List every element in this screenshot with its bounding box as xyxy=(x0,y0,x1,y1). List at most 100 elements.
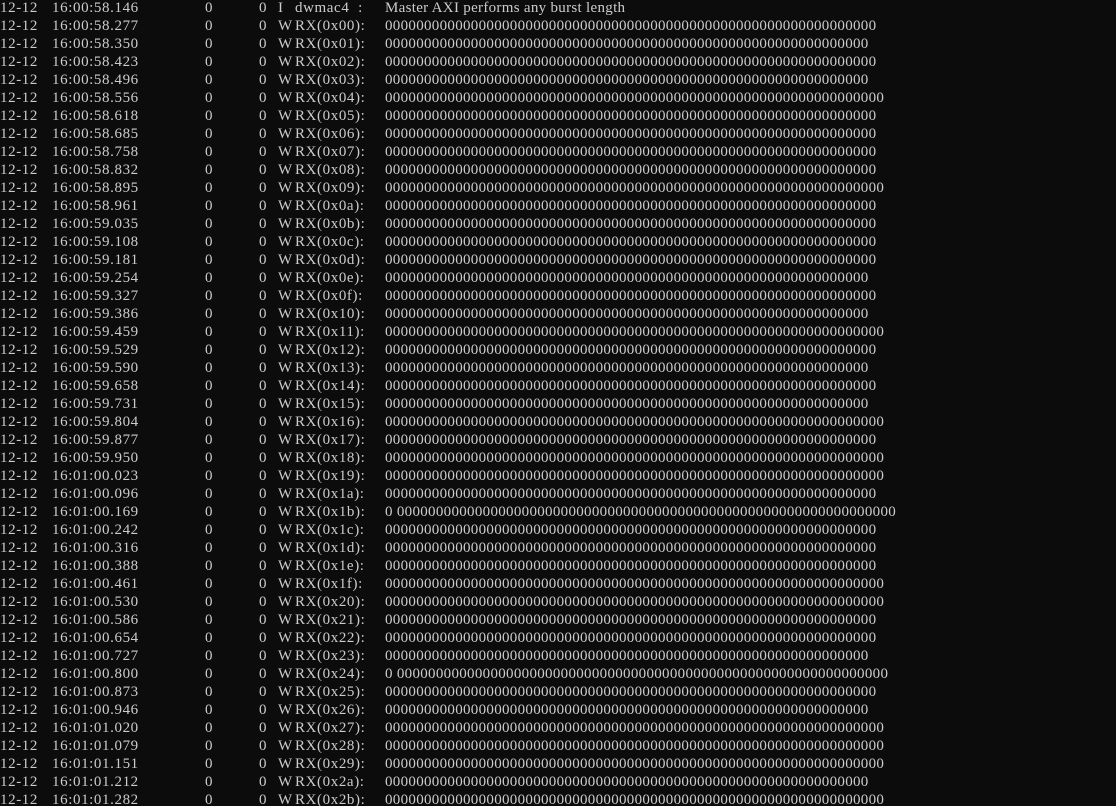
log-tid: 0 xyxy=(259,378,268,394)
log-pid: 0 xyxy=(205,774,214,790)
log-line: 12-12 16:01:01.020 0 0 W RX(0x27): 00000000000… xyxy=(0,719,1116,737)
log-line: 12-12 16:01:00.096 0 0 W RX(0x1a): 00000000000… xyxy=(0,485,1116,503)
log-tid: 0 xyxy=(259,90,268,106)
log-tag: RX(0x1b): xyxy=(295,504,366,520)
log-time: 16:00:58.277 xyxy=(52,18,139,34)
log-pid: 0 xyxy=(205,234,214,250)
log-tag: RX(0x2b): xyxy=(295,792,366,806)
log-time: 16:00:59.877 xyxy=(52,432,139,448)
log-level: W xyxy=(278,522,293,538)
log-message: 0000000000000000000000000000000000000000… xyxy=(385,558,877,574)
log-time: 16:00:59.950 xyxy=(52,450,139,466)
log-tag: RX(0x1c): xyxy=(295,522,365,538)
log-pid: 0 xyxy=(205,450,214,466)
log-tid: 0 xyxy=(259,522,268,538)
log-level: W xyxy=(278,180,293,196)
terminal-window[interactable]: 12-12 16:00:58.146 0 0 Idwmac4 : Master AXI p… xyxy=(0,0,1116,806)
log-tid: 0 xyxy=(259,504,268,520)
log-level: W xyxy=(278,612,293,628)
log-tag: RX(0x15): xyxy=(295,396,366,412)
log-date: 12-12 xyxy=(0,540,38,556)
log-date: 12-12 xyxy=(0,504,38,520)
log-pid: 0 xyxy=(205,162,214,178)
log-message: 0000000000000000000000000000000000000000… xyxy=(385,540,877,556)
log-pid: 0 xyxy=(205,126,214,142)
log-tag: RX(0x0a): xyxy=(295,198,365,214)
log-date: 12-12 xyxy=(0,198,38,214)
log-message: 0000000000000000000000000000000000000000… xyxy=(385,378,877,394)
log-tag: RX(0x04): xyxy=(295,90,366,106)
log-date: 12-12 xyxy=(0,252,38,268)
log-tag: RX(0x0b): xyxy=(295,216,366,232)
log-line: 12-12 16:01:00.873 0 0 W RX(0x25): 00000000000… xyxy=(0,683,1116,701)
log-line: 12-12 16:00:59.731 0 0 W RX(0x15): 00000000000… xyxy=(0,395,1116,413)
log-message: 0000000000000000000000000000000000000000… xyxy=(385,342,877,358)
log-level: W xyxy=(278,36,293,52)
log-tid: 0 xyxy=(259,108,268,124)
log-time: 16:00:58.685 xyxy=(52,126,139,142)
log-date: 12-12 xyxy=(0,432,38,448)
log-date: 12-12 xyxy=(0,36,38,52)
log-tid: 0 xyxy=(259,774,268,790)
log-time: 16:01:00.654 xyxy=(52,630,139,646)
log-date: 12-12 xyxy=(0,288,38,304)
log-level: I xyxy=(278,0,284,16)
log-line: 12-12 16:00:59.804 0 0 W RX(0x16): 00000000000… xyxy=(0,413,1116,431)
log-line: 12-12 16:01:01.282 0 0 W RX(0x2b): 00000000000… xyxy=(0,791,1116,806)
log-level: W xyxy=(278,306,293,322)
log-tid: 0 xyxy=(259,162,268,178)
log-time: 16:00:58.496 xyxy=(52,72,139,88)
log-pid: 0 xyxy=(205,18,214,34)
log-date: 12-12 xyxy=(0,18,38,34)
log-tid: 0 xyxy=(259,666,268,682)
log-pid: 0 xyxy=(205,612,214,628)
log-tid: 0 xyxy=(259,288,268,304)
log-date: 12-12 xyxy=(0,324,38,340)
log-pid: 0 xyxy=(205,666,214,682)
log-date: 12-12 xyxy=(0,216,38,232)
log-date: 12-12 xyxy=(0,594,38,610)
log-date: 12-12 xyxy=(0,0,38,16)
log-line: 12-12 16:00:59.108 0 0 W RX(0x0c): 00000000000… xyxy=(0,233,1116,251)
log-tag: RX(0x01): xyxy=(295,36,366,52)
log-tid: 0 xyxy=(259,306,268,322)
log-time: 16:01:00.242 xyxy=(52,522,139,538)
log-date: 12-12 xyxy=(0,486,38,502)
log-pid: 0 xyxy=(205,90,214,106)
log-pid: 0 xyxy=(205,54,214,70)
log-message: 0000000000000000000000000000000000000000… xyxy=(385,396,869,412)
log-line: 12-12 16:00:58.556 0 0 W RX(0x04): 00000000000… xyxy=(0,89,1116,107)
log-line: 12-12 16:00:58.832 0 0 W RX(0x08): 00000000000… xyxy=(0,161,1116,179)
log-date: 12-12 xyxy=(0,54,38,70)
log-pid: 0 xyxy=(205,360,214,376)
log-level: W xyxy=(278,144,293,160)
log-message: 0000000000000000000000000000000000000000… xyxy=(385,36,869,52)
log-level: W xyxy=(278,360,293,376)
log-pid: 0 xyxy=(205,144,214,160)
log-date: 12-12 xyxy=(0,144,38,160)
log-message: 0000000000000000000000000000000000000000… xyxy=(385,612,877,628)
log-tag: RX(0x1f): xyxy=(295,576,363,592)
log-tid: 0 xyxy=(259,792,268,806)
log-pid: 0 xyxy=(205,180,214,196)
log-message: 0 00000000000000000000000000000000000000… xyxy=(385,504,897,520)
log-tag: RX(0x00): xyxy=(295,18,366,34)
log-time: 16:00:59.035 xyxy=(52,216,139,232)
log-line: 12-12 16:01:00.023 0 0 W RX(0x19): 00000000000… xyxy=(0,467,1116,485)
log-pid: 0 xyxy=(205,306,214,322)
log-tag: RX(0x03): xyxy=(295,72,366,88)
log-date: 12-12 xyxy=(0,90,38,106)
log-time: 16:01:00.388 xyxy=(52,558,139,574)
log-level: W xyxy=(278,576,293,592)
log-tag: RX(0x22): xyxy=(295,630,366,646)
log-date: 12-12 xyxy=(0,72,38,88)
log-line: 12-12 16:00:59.590 0 0 W RX(0x13): 00000000000… xyxy=(0,359,1116,377)
log-tid: 0 xyxy=(259,252,268,268)
log-message: 0000000000000000000000000000000000000000… xyxy=(385,90,885,106)
log-time: 16:01:00.023 xyxy=(52,468,139,484)
log-pid: 0 xyxy=(205,252,214,268)
log-tag: RX(0x12): xyxy=(295,342,366,358)
log-level: W xyxy=(278,432,293,448)
log-tag: RX(0x26): xyxy=(295,702,366,718)
log-date: 12-12 xyxy=(0,270,38,286)
